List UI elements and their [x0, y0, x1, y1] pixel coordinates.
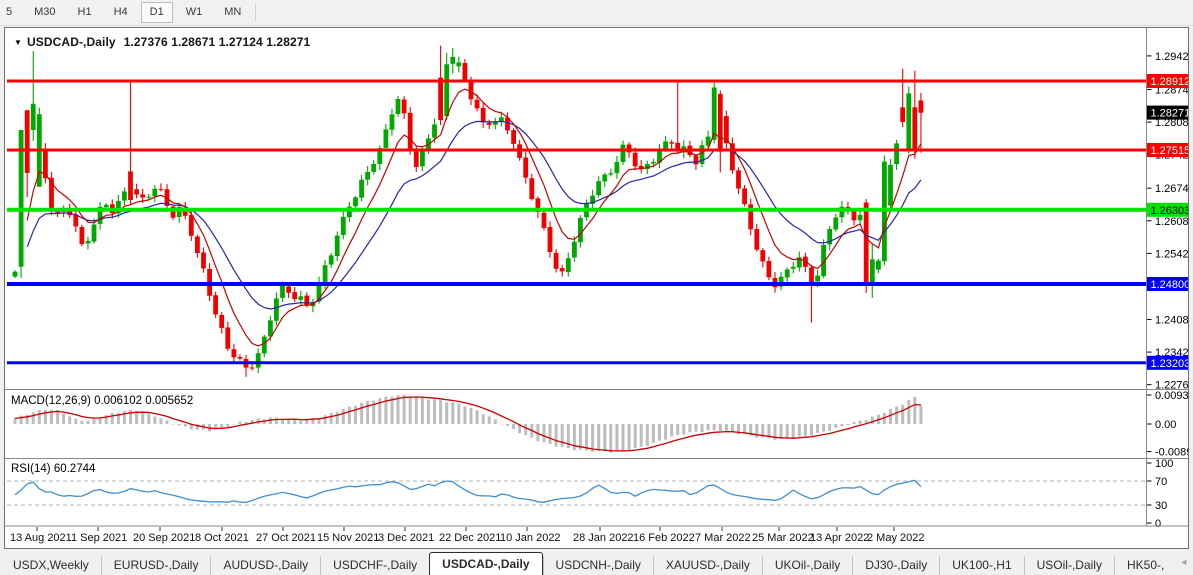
svg-text:1.25420: 1.25420: [1155, 248, 1188, 260]
symbol-tab-uk100-h1[interactable]: UK100-,H1: [939, 556, 1023, 575]
timeframe-button-H1[interactable]: H1: [69, 2, 101, 23]
macd-label: MACD(12,26,9) 0.006102 0.005652: [11, 395, 193, 407]
svg-text:3 Dec 2021: 3 Dec 2021: [378, 532, 434, 544]
timeframe-toolbar: 5M30H1H4D1W1MN: [0, 0, 1193, 26]
symbol-tab-usdcnh-daily[interactable]: USDCNH-,Daily: [543, 556, 653, 575]
svg-text:1.26080: 1.26080: [1155, 216, 1188, 228]
chart-window: MACD(12,26,9) 0.006102 0.005652 RSI(14) 6…: [4, 27, 1189, 549]
rsi-line: [15, 480, 921, 502]
svg-text:1.26303: 1.26303: [1151, 205, 1189, 217]
chart-symbol-period: USDCAD-,Daily: [27, 35, 116, 49]
symbol-tab-usdchf-daily[interactable]: USDCHF-,Daily: [320, 556, 429, 575]
tab-scroll-left-icon[interactable]: ◂: [1176, 557, 1191, 568]
svg-text:1 Sep 2021: 1 Sep 2021: [71, 532, 127, 544]
svg-text:27 Oct 2021: 27 Oct 2021: [256, 532, 316, 544]
tab-scroll-arrows: ◂▸: [1176, 550, 1193, 575]
symbol-tab-usdx-weekly[interactable]: USDX,Weekly: [0, 556, 101, 575]
svg-text:0: 0: [1155, 518, 1161, 530]
symbol-tab-xauusd-daily[interactable]: XAUUSD-,Daily: [653, 556, 762, 575]
timeframe-button-MN[interactable]: MN: [215, 2, 250, 23]
svg-text:7 Mar 2022: 7 Mar 2022: [695, 532, 751, 544]
rsi-pane: RSI(14) 60.2744: [7, 463, 1147, 505]
symbol-tab-hk50-[interactable]: HK50-,: [1114, 556, 1176, 575]
timeframe-button-M30[interactable]: M30: [25, 2, 64, 23]
svg-text:1.23203: 1.23203: [1151, 358, 1189, 370]
svg-text:1.28912: 1.28912: [1151, 76, 1189, 88]
svg-text:100: 100: [1155, 458, 1173, 470]
symbol-tab-dj30-daily[interactable]: DJ30-,Daily: [852, 556, 939, 575]
time-axis[interactable]: 13 Aug 20211 Sep 2021 20 Sep 20218 Oct 20…: [10, 527, 924, 544]
svg-text:16 Feb 2022: 16 Feb 2022: [633, 532, 695, 544]
svg-text:13 Apr 2022: 13 Apr 2022: [810, 532, 869, 544]
svg-text:1.28271: 1.28271: [1151, 108, 1189, 120]
symbol-tab-ukoil-daily[interactable]: UKOil-,Daily: [762, 556, 852, 575]
symbol-tab-eurusd-daily[interactable]: EURUSD-,Daily: [101, 556, 211, 575]
svg-text:1.26740: 1.26740: [1155, 183, 1188, 195]
svg-text:30: 30: [1155, 500, 1167, 512]
timeframe-button-H4[interactable]: H4: [105, 2, 137, 23]
svg-text:25 Mar 2022: 25 Mar 2022: [752, 532, 814, 544]
svg-text:1.24800: 1.24800: [1151, 279, 1189, 291]
svg-text:22 Dec 2021: 22 Dec 2021: [439, 532, 501, 544]
main-price-pane: [7, 46, 1147, 377]
ma-fast-line: [27, 89, 921, 346]
svg-text:15 Nov 2021: 15 Nov 2021: [317, 532, 379, 544]
svg-text:8 Oct 2021: 8 Oct 2021: [195, 532, 249, 544]
svg-text:2 May 2022: 2 May 2022: [867, 532, 924, 544]
svg-text:20 Sep 2021: 20 Sep 2021: [133, 532, 195, 544]
svg-text:1.29420: 1.29420: [1155, 51, 1188, 63]
timeframe-button-5[interactable]: 5: [0, 2, 21, 23]
toolbar-separator: [255, 4, 256, 22]
symbol-tab-usoil-daily[interactable]: USOil-,Daily: [1024, 556, 1114, 575]
macd-pane: MACD(12,26,9) 0.006102 0.005652: [11, 395, 922, 453]
svg-text:1.27515: 1.27515: [1151, 145, 1189, 157]
svg-text:0.00: 0.00: [1155, 419, 1176, 431]
svg-text:28 Jan 2022: 28 Jan 2022: [573, 532, 634, 544]
svg-text:1.24080: 1.24080: [1155, 315, 1188, 327]
svg-text:13 Aug 2021: 13 Aug 2021: [10, 532, 72, 544]
svg-text:10 Jan 2022: 10 Jan 2022: [500, 532, 561, 544]
timeframe-button-D1[interactable]: D1: [141, 2, 173, 23]
symbol-tab-usdcad-daily[interactable]: USDCAD-,Daily: [429, 552, 542, 575]
symbol-tab-audusd-daily[interactable]: AUDUSD-,Daily: [210, 556, 320, 575]
chart-tabs-bar: USDX,WeeklyEURUSD-,DailyAUDUSD-,DailyUSD…: [0, 550, 1193, 575]
svg-text:70: 70: [1155, 476, 1167, 488]
chevron-down-icon[interactable]: ▼: [14, 38, 22, 47]
chart-ohlc-values: 1.27376 1.28671 1.27124 1.28271: [124, 35, 311, 49]
price-chart-canvas[interactable]: MACD(12,26,9) 0.006102 0.005652 RSI(14) 6…: [5, 28, 1188, 548]
svg-text:0.009345: 0.009345: [1155, 390, 1188, 402]
chart-title: ▼ USDCAD-,Daily 1.27376 1.28671 1.27124 1.…: [14, 35, 310, 49]
rsi-label: RSI(14) 60.2744: [11, 463, 96, 475]
svg-text:-0.008902: -0.008902: [1155, 447, 1188, 459]
timeframe-button-W1[interactable]: W1: [177, 2, 212, 23]
